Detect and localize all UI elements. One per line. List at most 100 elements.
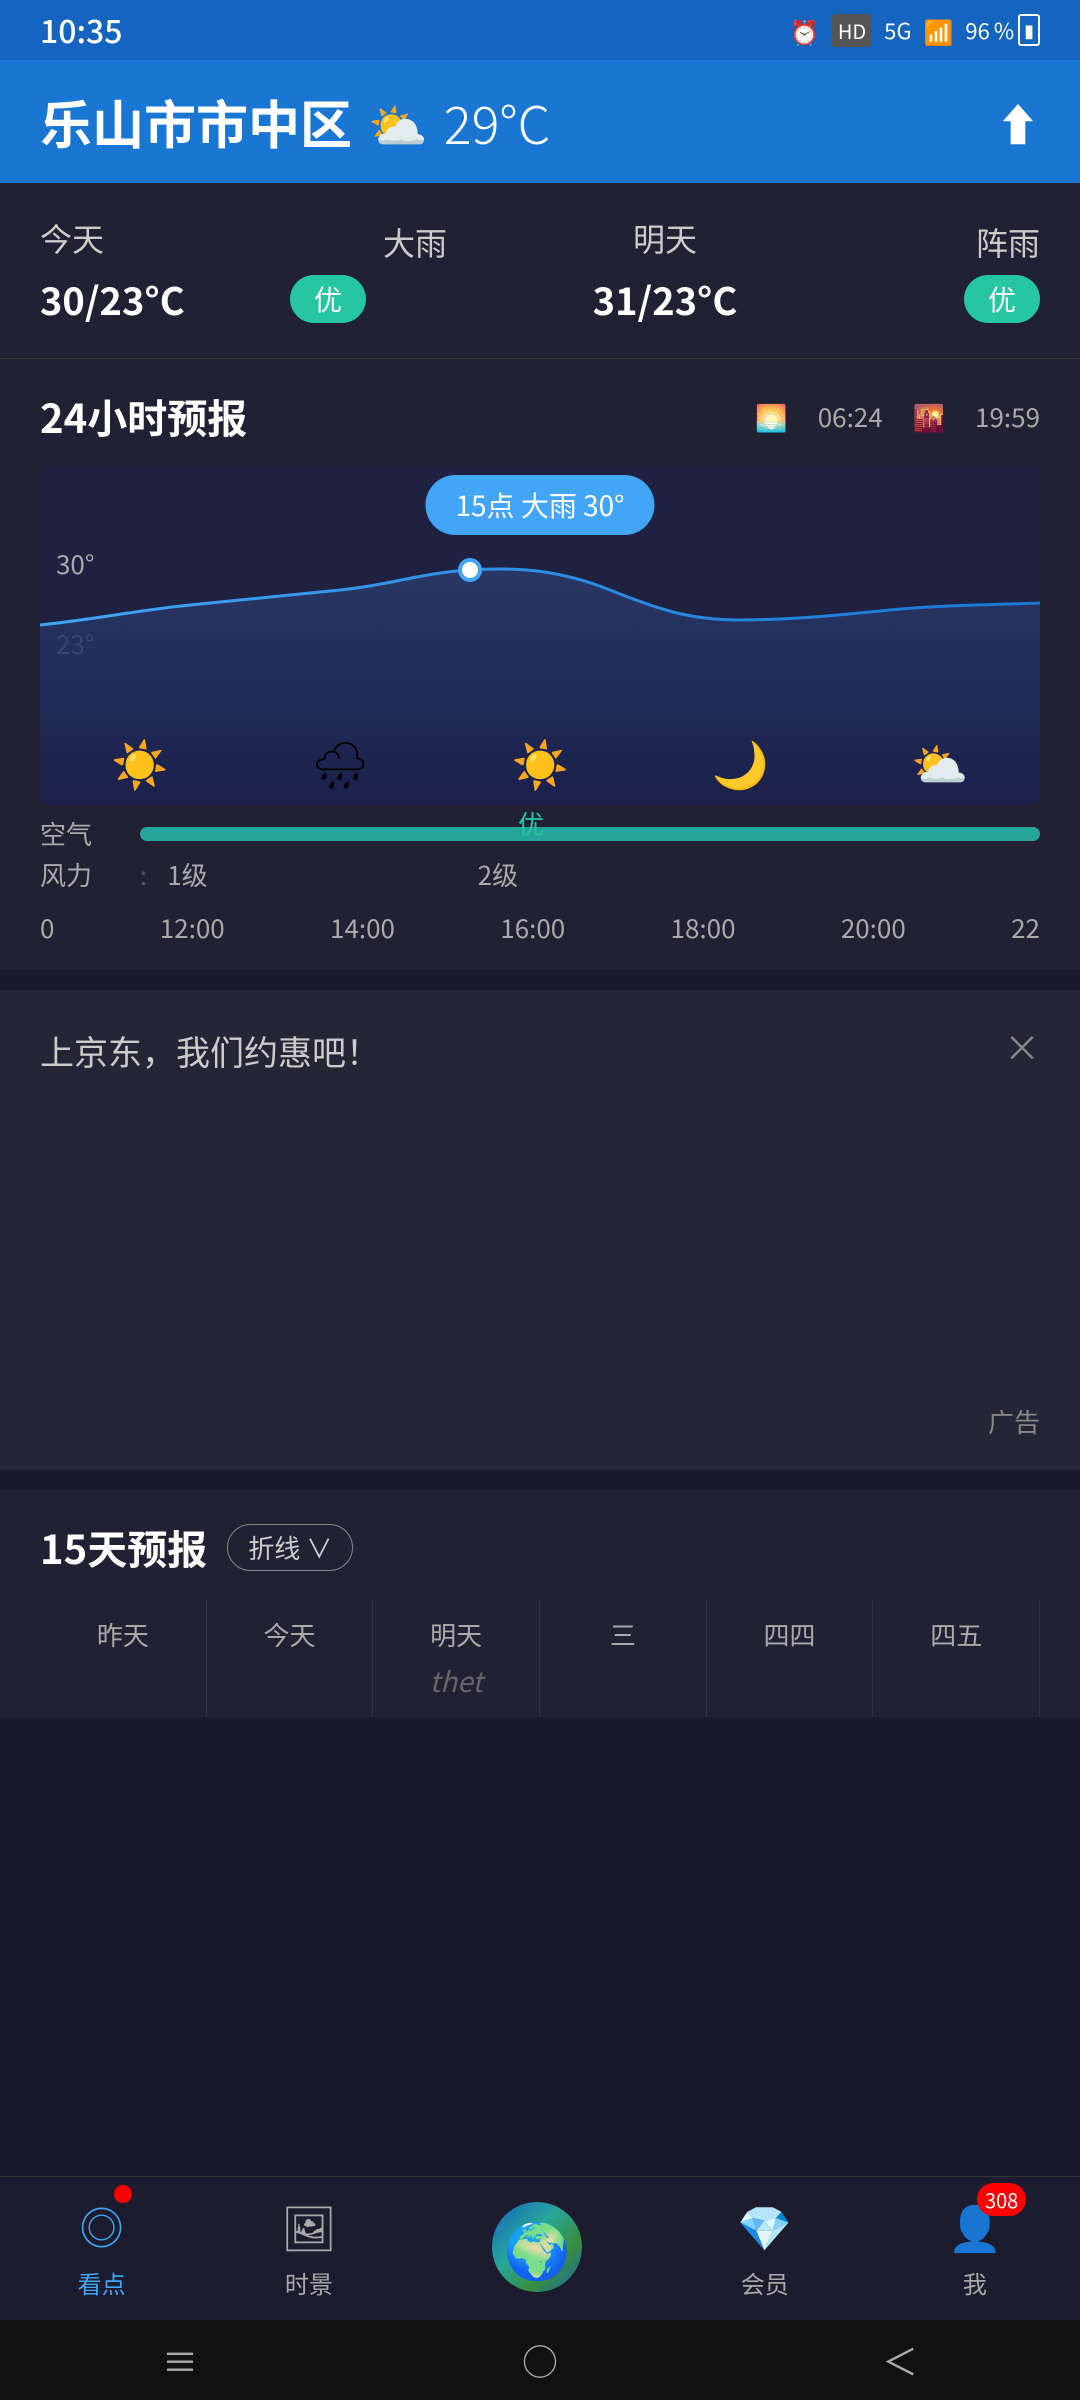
chart-icon-cloud-rain: ⛅	[911, 729, 968, 795]
share-icon[interactable]: ⬆	[996, 90, 1040, 154]
air-quality-text: 优	[518, 805, 544, 842]
status-time: 10:35	[40, 7, 123, 53]
nav-item-wo[interactable]: 👤 308 我	[947, 2193, 1002, 2300]
status-bar: 10:35 ⏰ HD 5G 📶 96% ▮	[0, 0, 1080, 60]
forecast-day-tomorrow: 明天 thet	[373, 1600, 540, 1717]
day-label-tomorrow: 明天	[381, 1616, 531, 1653]
forecast-15-title: 15天预报	[40, 1518, 207, 1576]
sunrise-icon: 🌅	[755, 398, 787, 435]
today-quality-badge: 优	[290, 275, 366, 323]
nav-item-huiyuan[interactable]: 💎 会员	[737, 2193, 792, 2300]
wo-icon-wrapper: 👤 308	[947, 2193, 1002, 2257]
tomorrow-weather-label: 阵雨	[790, 219, 1040, 265]
air-label: 空气	[40, 815, 120, 852]
time-1800: 18:00	[671, 909, 736, 946]
hd-icon: HD	[832, 14, 872, 47]
battery-icon: 96% ▮	[965, 14, 1040, 46]
forecast-24h-title: 24小时预报	[40, 387, 247, 445]
day-label-3: 三	[548, 1616, 698, 1653]
nav-label-wo: 我	[963, 2265, 987, 2300]
day-label-yesterday: 昨天	[48, 1616, 198, 1653]
header-left: 乐山市市中区 ⛅ 29°C	[40, 84, 550, 159]
today-weather-info: 大雨 优	[290, 219, 540, 323]
header-temperature: 29°C	[444, 84, 550, 159]
battery-indicator: ▮	[1018, 14, 1040, 46]
day-label-4: 四四	[715, 1616, 865, 1653]
tomorrow-temp: 31/23°C	[540, 271, 790, 326]
zhexian-label: 折线	[248, 1529, 300, 1566]
day-label-today: 今天	[215, 1616, 365, 1653]
back-icon[interactable]: ＜	[882, 2334, 918, 2386]
forecast-day-today: 今天	[207, 1600, 374, 1717]
status-icons: ⏰ HD 5G 📶 96% ▮	[790, 13, 1040, 48]
today-temp: 30/23°C	[40, 271, 290, 326]
tomorrow-weather-info: 阵雨 优	[790, 219, 1040, 323]
home-icon[interactable]: ○	[522, 2334, 558, 2386]
nav-label-shijing: 时景	[285, 2265, 333, 2300]
signal-icon: 📶	[924, 13, 954, 48]
time-0: 0	[40, 909, 54, 946]
nav-label-kandian: 看点	[78, 2265, 126, 2300]
today-tomorrow-section: 今天 30/23°C 大雨 优 明天 31/23°C 阵雨 优	[0, 183, 1080, 359]
sunset-time: 19:59	[975, 398, 1040, 435]
ad-section: 上京东，我们约惠吧！ × 广告	[0, 990, 1080, 1470]
chevron-down-icon: ∨	[306, 1529, 332, 1566]
time-1200: 12:00	[160, 909, 225, 946]
chart-tooltip: 15点 大雨 30°	[425, 475, 654, 535]
forecast-day-yesterday: 昨天	[40, 1600, 207, 1717]
app-header: 乐山市市中区 ⛅ 29°C ⬆	[0, 60, 1080, 183]
time-1600: 16:00	[500, 909, 565, 946]
forecast-15-section: 15天预报 折线 ∨ 昨天 今天 明天 thet 三 四四 四五	[0, 1490, 1080, 1717]
chart-icon-rain: 🌧	[311, 729, 369, 795]
tomorrow-info: 明天 31/23°C	[540, 215, 790, 326]
nav-label-huiyuan: 会员	[741, 2265, 789, 2300]
nav-item-center[interactable]: 🌍	[492, 2202, 582, 2292]
air-wind-section: 空气 优 风力 : 1级 2级	[0, 805, 1080, 901]
shijing-icon: 🖼	[281, 2193, 337, 2257]
sunset-icon: 🌇	[913, 398, 945, 435]
today-info: 今天 30/23°C	[40, 215, 290, 326]
tomorrow-quality-badge: 优	[964, 275, 1040, 323]
alarm-icon: ⏰	[790, 13, 820, 48]
chart-icon-sun: ☀️	[111, 729, 168, 795]
kandian-icon: ◎	[80, 2193, 124, 2257]
time-axis: 0 12:00 14:00 16:00 18:00 20:00 22	[0, 901, 1080, 970]
battery-level: 96	[965, 14, 989, 46]
ad-text: 上京东，我们约惠吧！	[40, 1026, 380, 1075]
forecast-days-row: 昨天 今天 明天 thet 三 四四 四五	[40, 1600, 1040, 1717]
weather-icon: ⛅	[368, 87, 428, 157]
forecast-day-3: 三	[540, 1600, 707, 1717]
chart-icon-sun2: ☀️	[512, 729, 569, 795]
kandian-badge-dot	[114, 2185, 132, 2203]
thet-label: thet	[381, 1661, 531, 1701]
chart-weather-icons: ☀️ 🌧 ☀️ 🌙 ⛅	[40, 729, 1040, 795]
air-row: 空气 优	[40, 815, 1040, 852]
huiyuan-icon: 💎	[737, 2193, 792, 2257]
kandian-icon-wrapper: ◎	[80, 2193, 124, 2257]
network-icon: 5G	[884, 14, 911, 46]
earth-icon: 🌍	[492, 2202, 582, 2292]
sunrise-time: 06:24	[818, 398, 883, 435]
wind-label: 风力	[40, 856, 120, 893]
city-name: 乐山市市中区	[40, 84, 352, 159]
zhexian-toggle[interactable]: 折线 ∨	[227, 1524, 353, 1571]
forecast-15-header: 15天预报 折线 ∨	[40, 1518, 1040, 1576]
time-2000: 20:00	[841, 909, 906, 946]
nav-item-shijing[interactable]: 🖼 时景	[281, 2193, 337, 2300]
temperature-chart: 15点 大雨 30° 30° 23°	[40, 465, 1040, 805]
menu-icon[interactable]: ≡	[162, 2334, 198, 2386]
time-1400: 14:00	[330, 909, 395, 946]
bottom-nav: ◎ 看点 🖼 时景 🌍 💎 会员 👤 308 我	[0, 2176, 1080, 2320]
wo-badge-num: 308	[977, 2183, 1026, 2216]
wind-row: 风力 : 1级 2级	[40, 856, 1040, 893]
tomorrow-label: 明天	[540, 215, 790, 261]
today-weather-label: 大雨	[290, 219, 540, 265]
wind-level-1: 1级	[167, 856, 207, 893]
nav-item-kandian[interactable]: ◎ 看点	[78, 2193, 126, 2300]
forecast-24h-section: 24小时预报 🌅 06:24 🌇 19:59 15点 大雨 30° 30° 23…	[0, 359, 1080, 805]
wind-level-2: 2级	[478, 856, 518, 893]
air-quality-bar: 优	[140, 827, 1040, 841]
chart-icon-moon: 🌙	[712, 729, 769, 795]
ad-close-button[interactable]: ×	[1004, 1020, 1040, 1072]
forecast-day-5: 四五	[873, 1600, 1040, 1717]
